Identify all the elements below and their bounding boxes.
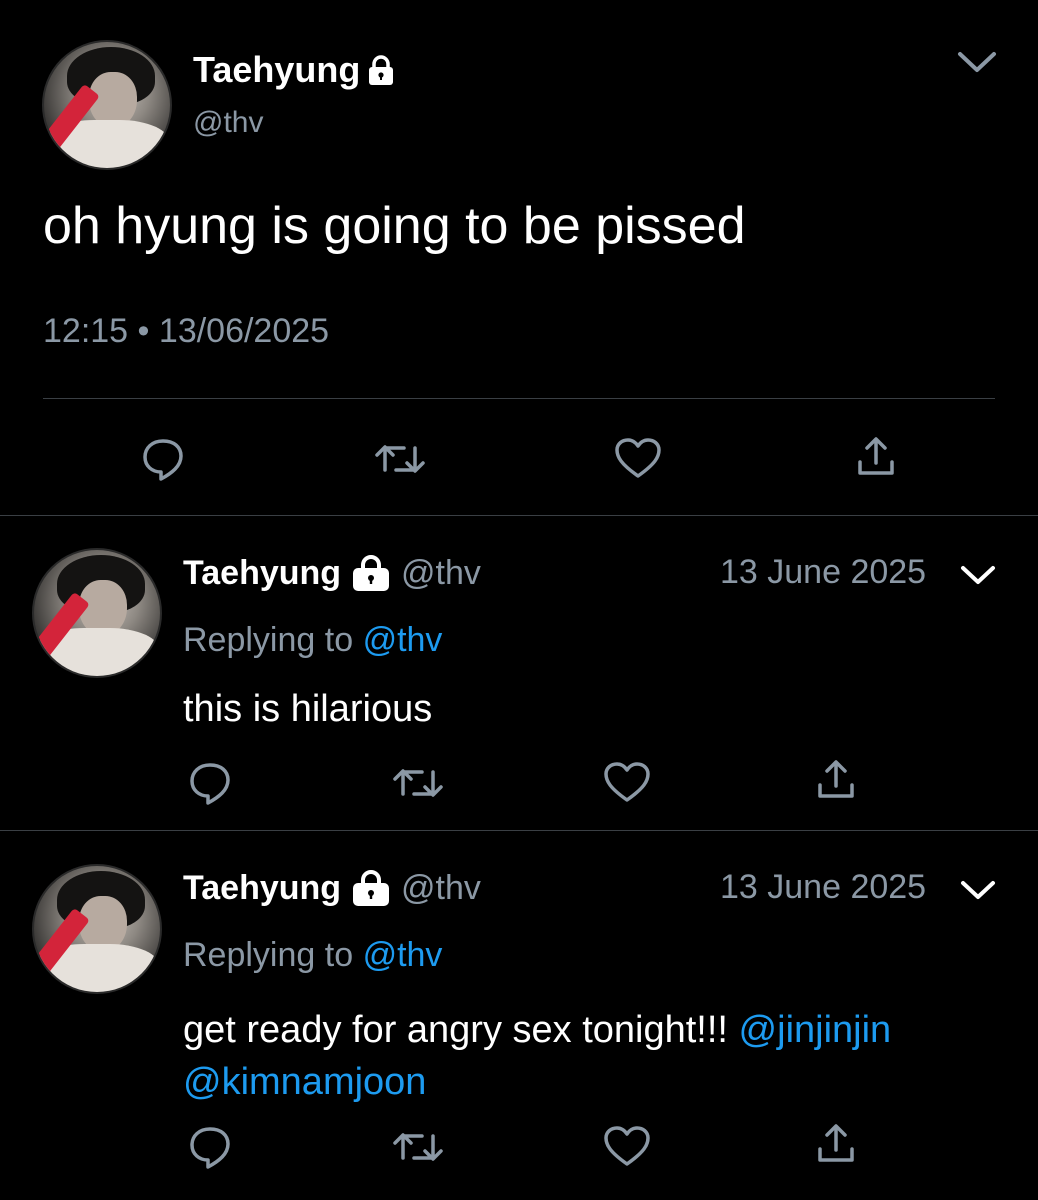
divider — [43, 398, 995, 399]
chevron-down-icon[interactable] — [958, 562, 998, 588]
reply-author-name[interactable]: Taehyung — [183, 869, 341, 908]
author-name[interactable]: Taehyung — [193, 49, 360, 91]
replying-to-handle[interactable]: @thv — [363, 936, 443, 974]
tweet-date: 13/06/2025 — [158, 312, 330, 350]
replying-to-handle[interactable]: @thv — [363, 621, 443, 659]
lock-icon — [366, 54, 396, 86]
reply-author-handle[interactable]: @thv — [401, 869, 481, 908]
reply-text: this is hilarious — [183, 688, 433, 730]
like-icon[interactable] — [613, 436, 663, 480]
retweet-icon[interactable] — [392, 762, 444, 804]
mention-link[interactable]: @jinjinjin — [739, 1009, 892, 1051]
tweet-text: oh hyung is going to be pissed — [43, 197, 746, 255]
lock-icon — [351, 869, 391, 907]
chevron-down-icon[interactable] — [955, 48, 999, 76]
reply-icon[interactable] — [187, 1124, 233, 1170]
like-icon[interactable] — [602, 1124, 652, 1168]
mention-link[interactable]: @kimnamjoon — [183, 1061, 426, 1103]
like-icon[interactable] — [602, 760, 652, 804]
avatar[interactable] — [32, 548, 162, 678]
tweet-time: 12:15 — [43, 312, 129, 350]
share-icon[interactable] — [855, 434, 897, 478]
share-icon[interactable] — [815, 1121, 857, 1165]
author-handle[interactable]: @thv — [193, 106, 263, 140]
divider — [0, 830, 1038, 831]
share-icon[interactable] — [815, 757, 857, 801]
tweet-timestamp: 12:15 • 13/06/2025 — [43, 312, 329, 351]
timestamp-separator: • — [137, 312, 150, 350]
reply-icon[interactable] — [140, 436, 186, 482]
reply-author-handle[interactable]: @thv — [401, 554, 481, 593]
avatar[interactable] — [32, 864, 162, 994]
reply-text: get ready for angry sex tonight!!! — [183, 1009, 728, 1051]
replying-to-label: Replying to — [183, 936, 354, 974]
divider — [0, 515, 1038, 516]
replying-to-label: Replying to — [183, 621, 354, 659]
chevron-down-icon[interactable] — [958, 877, 998, 903]
retweet-icon[interactable] — [392, 1126, 444, 1168]
reply-date[interactable]: 13 June 2025 — [720, 553, 926, 592]
reply-author-name[interactable]: Taehyung — [183, 554, 341, 593]
reply-icon[interactable] — [187, 760, 233, 806]
reply-date[interactable]: 13 June 2025 — [720, 868, 926, 907]
avatar[interactable] — [42, 40, 172, 170]
retweet-icon[interactable] — [374, 438, 426, 480]
lock-icon — [351, 554, 391, 592]
